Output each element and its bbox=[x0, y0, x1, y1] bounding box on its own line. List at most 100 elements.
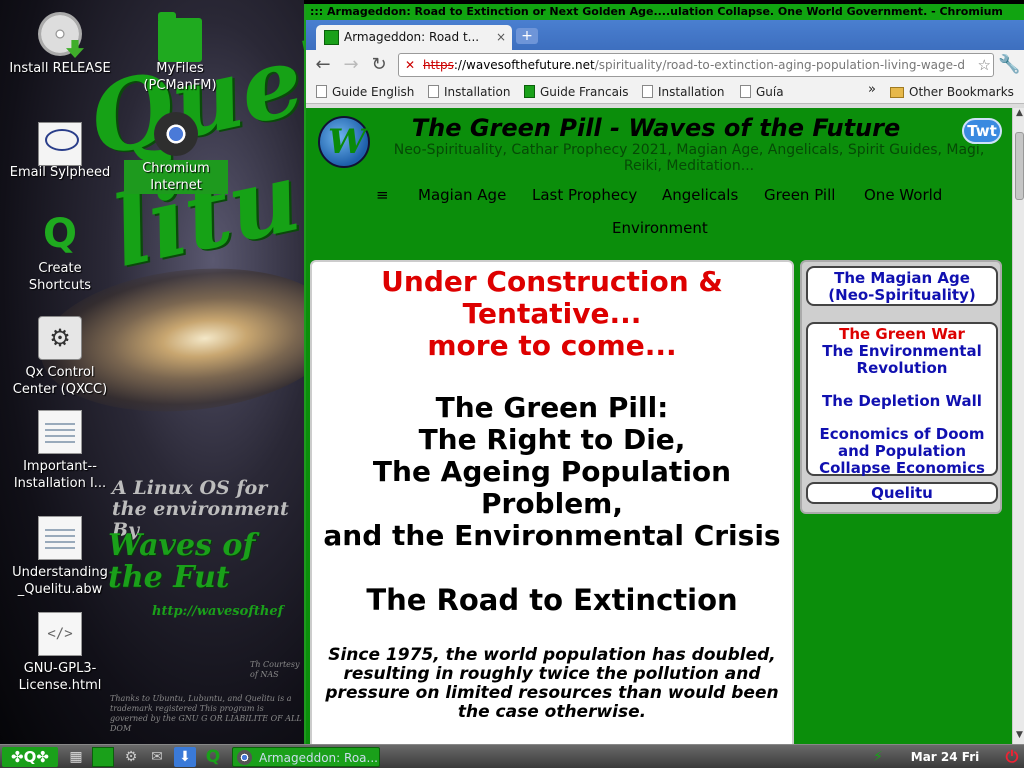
article-heading: The Green Pill: The Right to Die, The Ag… bbox=[312, 392, 792, 552]
document-icon bbox=[38, 516, 82, 560]
sidebar: The Magian Age (Neo-Spirituality) The Gr… bbox=[800, 260, 1002, 514]
sidebar-magian-age-link[interactable]: The Magian Age (Neo-Spirituality) bbox=[806, 266, 998, 306]
bookmark-guide-english[interactable]: Guide English bbox=[316, 84, 414, 100]
desktop-icon-label: Chromium Internet bbox=[124, 160, 228, 194]
tab-armageddon[interactable]: Armageddon: Road t... × bbox=[316, 25, 512, 50]
chromium-icon bbox=[154, 112, 198, 156]
window-title-bar[interactable]: ::: Armageddon: Road to Extinction or Ne… bbox=[306, 4, 1024, 20]
twitter-button[interactable]: Twt bbox=[962, 118, 1002, 144]
nav-one-world[interactable]: One World bbox=[864, 186, 942, 204]
new-tab-button[interactable]: + bbox=[516, 28, 538, 44]
document-icon bbox=[38, 410, 82, 454]
url-host: ://wavesofthefuture.net bbox=[453, 58, 595, 72]
bookmark-star-icon[interactable]: ☆ bbox=[978, 54, 991, 76]
bookmark-guia[interactable]: Guía bbox=[740, 84, 784, 100]
tab-strip: Armageddon: Road t... × + bbox=[306, 20, 1024, 50]
settings-launcher-icon[interactable]: ⚙ bbox=[120, 747, 142, 767]
back-arrow-icon[interactable]: ← bbox=[312, 54, 334, 76]
tab-close-icon[interactable]: × bbox=[496, 25, 506, 50]
address-bar[interactable]: ✕ https://wavesofthefuture.net/spiritual… bbox=[398, 53, 994, 77]
wrench-menu-icon[interactable]: 🔧 bbox=[998, 54, 1020, 76]
control-center-icon: ⚙ bbox=[38, 316, 82, 360]
cd-install-icon bbox=[38, 12, 82, 56]
bookmark-label: Installation bbox=[658, 85, 725, 99]
scroll-thumb[interactable] bbox=[1015, 132, 1024, 200]
article-intro: Since 1975, the world population has dou… bbox=[325, 645, 779, 722]
clock[interactable]: Mar 24 Fri 13:12 bbox=[892, 747, 998, 767]
power-icon[interactable]: ⏻ bbox=[1002, 747, 1022, 767]
desktop-grid-icon[interactable]: ▦ bbox=[64, 747, 88, 767]
link-line: and Population bbox=[837, 442, 967, 460]
link-line: Economics of Doom bbox=[819, 425, 985, 443]
desktop-icon-label: GNU-GPL3-License.html bbox=[18, 661, 102, 693]
link-line: (Neo-Spirituality) bbox=[828, 286, 976, 304]
start-menu-button[interactable]: ✤Q✤ bbox=[2, 747, 58, 767]
insecure-lock-icon[interactable]: ✕ bbox=[405, 54, 415, 76]
notice-line: more to come... bbox=[427, 329, 677, 362]
network-status-icon[interactable]: ⚡ bbox=[868, 747, 888, 767]
bookmark-installation[interactable]: Installation bbox=[428, 84, 510, 100]
scroll-down-arrow-icon[interactable]: ▼ bbox=[1013, 730, 1024, 744]
browser-window: ::: Armageddon: Road to Extinction or Ne… bbox=[304, 4, 1024, 744]
sidebar-depletion-wall-link[interactable]: The Depletion Wall bbox=[808, 393, 996, 410]
nav-green-pill[interactable]: Green Pill bbox=[764, 186, 835, 204]
desktop-icon-label: Email Sylpheed bbox=[9, 165, 111, 180]
nav-last-prophecy[interactable]: Last Prophecy bbox=[532, 186, 637, 204]
nav-menu-icon[interactable]: ≡ bbox=[376, 186, 389, 204]
url-scheme: https bbox=[423, 58, 454, 72]
bookmarks-bar: Guide English Installation Guide Francai… bbox=[306, 80, 1024, 104]
scroll-up-arrow-icon[interactable]: ▲ bbox=[1013, 108, 1024, 122]
quelitu-launcher-icon[interactable]: Q bbox=[202, 747, 224, 767]
logo-letter: W bbox=[328, 122, 367, 162]
sidebar-quelitu-link[interactable]: Quelitu bbox=[806, 482, 998, 504]
desktop: Que' litu A Linux OS for the environment… bbox=[0, 0, 304, 744]
heading-line: The Ageing Population bbox=[372, 455, 732, 488]
sidebar-economics-link[interactable]: Economics of Doom and Population Collaps… bbox=[808, 426, 996, 477]
page-icon bbox=[740, 85, 751, 98]
site-logo[interactable]: W bbox=[318, 116, 370, 168]
nav-angelicals[interactable]: Angelicals bbox=[662, 186, 738, 204]
folder-icon bbox=[890, 87, 904, 98]
nav-environment[interactable]: Environment bbox=[612, 219, 708, 237]
sidebar-green-war-link[interactable]: The Green War bbox=[808, 326, 996, 343]
desktop-icon-create-shortcuts[interactable]: Q Create Shortcuts bbox=[8, 212, 112, 294]
bookmark-installation-2[interactable]: Installation bbox=[642, 84, 724, 100]
other-bookmarks-folder[interactable]: Other Bookmarks bbox=[890, 84, 1014, 100]
forward-arrow-icon[interactable]: → bbox=[340, 54, 362, 76]
page-icon bbox=[316, 85, 327, 98]
desktop-icon-important-installation[interactable]: Important--Installation I... bbox=[8, 410, 112, 492]
sidebar-environmental-revolution-link[interactable]: The Environmental Revolution bbox=[808, 343, 996, 377]
link-line: The Environmental bbox=[822, 342, 982, 360]
bookmarks-overflow-chevron-icon[interactable]: » bbox=[868, 82, 876, 97]
mail-icon bbox=[38, 122, 82, 166]
desktop-icon-myfiles[interactable]: MyFiles (PCManFM) bbox=[128, 12, 232, 94]
download-launcher-icon[interactable]: ⬇ bbox=[174, 747, 196, 767]
bookmark-label: Guide Francais bbox=[540, 85, 629, 99]
page-scrollbar[interactable]: ▲ ▼ bbox=[1012, 108, 1024, 744]
folder-icon bbox=[158, 12, 202, 62]
link-line: Collapse Economics bbox=[819, 459, 985, 477]
wallpaper-waves-text: Waves of the Fut bbox=[108, 528, 256, 595]
mail-launcher-icon[interactable]: ✉ bbox=[146, 747, 168, 767]
bookmark-label: Guide English bbox=[332, 85, 415, 99]
desktop-icon-chromium[interactable]: Chromium Internet bbox=[124, 112, 228, 194]
reload-icon[interactable]: ↻ bbox=[368, 54, 390, 76]
other-bookmarks-label: Other Bookmarks bbox=[909, 85, 1014, 99]
desktop-icon-install-release[interactable]: Install RELEASE bbox=[8, 12, 112, 77]
wallpaper-license-text: Thanks to Ubuntu, Lubuntu, and Quelitu i… bbox=[110, 694, 302, 733]
desktop-icon-understanding-quelitu[interactable]: Understanding _Quelitu.abw bbox=[8, 516, 112, 598]
desktop-icon-label: MyFiles (PCManFM) bbox=[143, 61, 217, 93]
file-manager-launcher-icon[interactable] bbox=[92, 747, 114, 767]
heading-line: Problem, bbox=[480, 487, 623, 520]
desktop-icon-email[interactable]: Email Sylpheed bbox=[8, 116, 112, 181]
bookmark-guide-francais[interactable]: Guide Francais bbox=[524, 84, 629, 100]
taskbar-chromium-task[interactable]: Armageddon: Roa... bbox=[232, 747, 380, 767]
tab-title: Armageddon: Road t... bbox=[344, 30, 480, 44]
html-file-icon: </> bbox=[38, 612, 82, 656]
heading-line: The Right to Die, bbox=[418, 423, 686, 456]
task-label: Armageddon: Roa... bbox=[259, 751, 378, 765]
article-subheading: The Road to Extinction bbox=[366, 583, 738, 617]
desktop-icon-qxcc[interactable]: ⚙ Qx Control Center (QXCC) bbox=[8, 316, 112, 398]
nav-magian-age[interactable]: Magian Age bbox=[418, 186, 506, 204]
desktop-icon-gpl-license[interactable]: </> GNU-GPL3-License.html bbox=[8, 612, 112, 694]
